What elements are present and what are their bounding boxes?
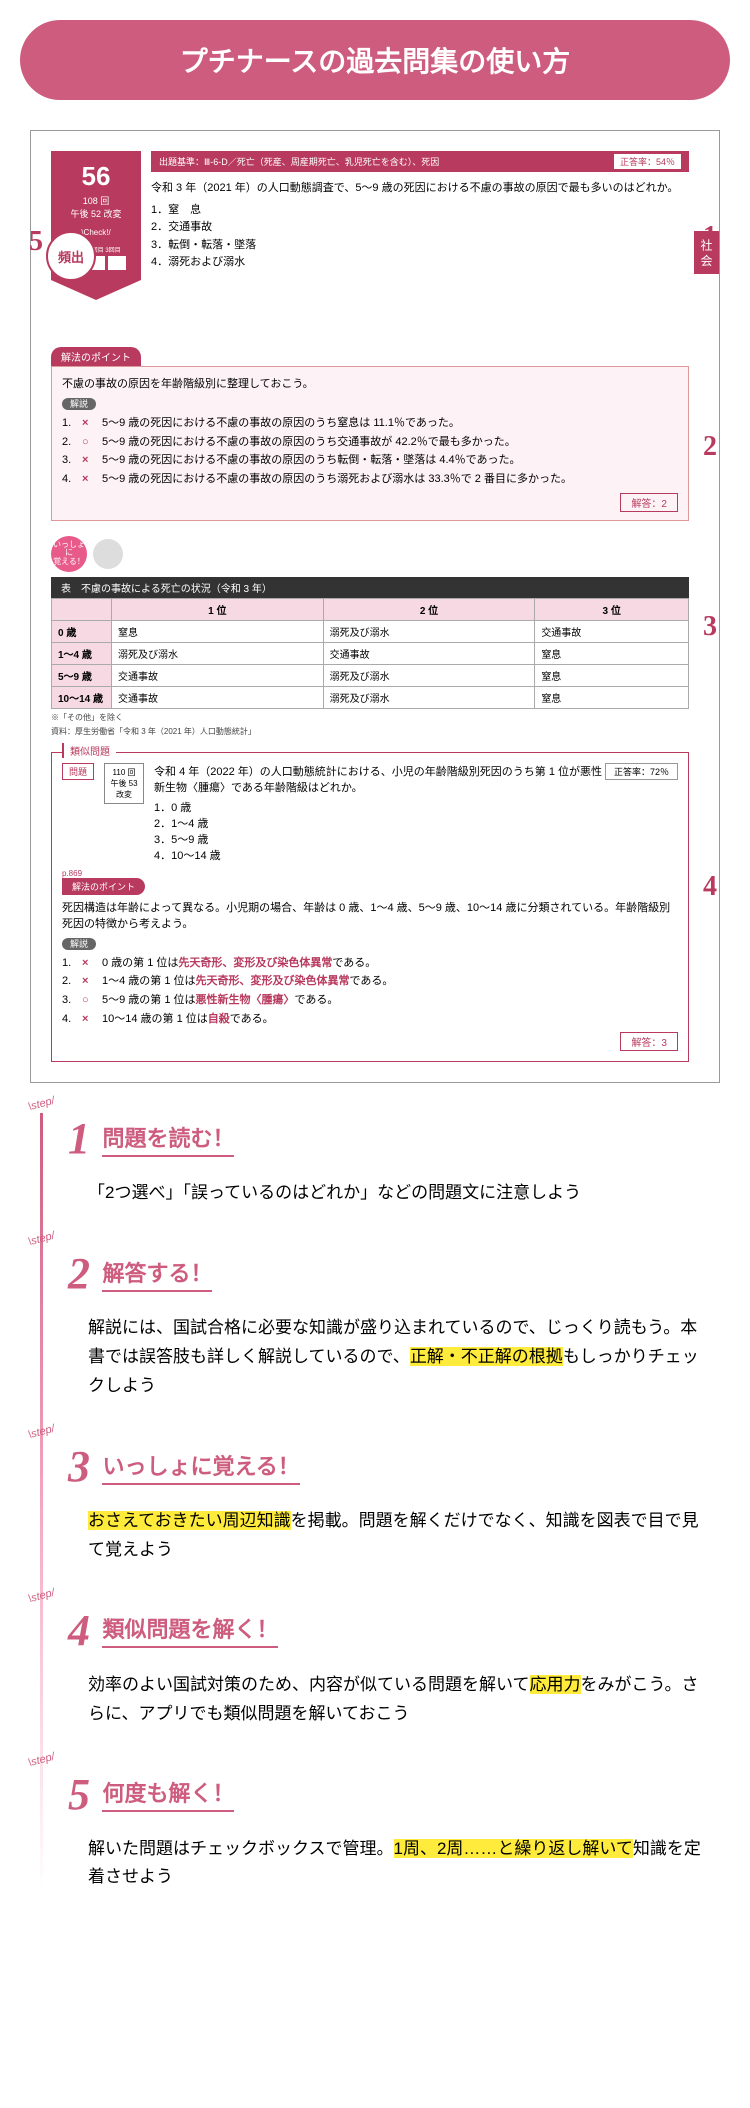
step-body: 効率のよい国試対策のため、内容が似ている問題を解いて応用力をみがこう。さらに、ア… (88, 1671, 710, 1729)
option-item: 4．10〜14 歳 (154, 847, 605, 863)
explanation-item: 3.○5〜9 歳の第 1 位は悪性新生物〈腫瘍〉である。 (62, 991, 678, 1010)
table-header: 2 位 (323, 598, 535, 620)
option-item: 3．5〜9 歳 (154, 831, 605, 847)
example-page: 1 2 3 4 5 56 108 回 午後 52 改変 \Check!/ 1回目… (30, 130, 720, 1083)
table-header: 1 位 (112, 598, 324, 620)
step-label: \step/ (27, 1230, 56, 1249)
point-box: 不慮の事故の原因を年齢階級別に整理しておこう。 解説 1.×5〜9 歳の死因にお… (51, 366, 689, 521)
step-body: 解説には、国試合格に必要な知識が盛り込まれているので、じっくり読もう。本書では誤… (88, 1314, 710, 1401)
similar-question-text: 令和 4 年（2022 年）の人口動態統計における、小児の年齢階級別死因のうち第… (154, 763, 605, 795)
option-item: 1．0 歳 (154, 799, 605, 815)
step-label: \step/ (27, 1750, 56, 1769)
point-text: 不慮の事故の原因を年齢階級別に整理しておこう。 (62, 375, 678, 391)
table-row: 10〜14 歳交通事故溺死及び溺水窒息 (52, 686, 689, 708)
similar-answer-chip: 解答：3 (620, 1032, 678, 1051)
step-title: 解答する！ (102, 1256, 212, 1292)
explanation-item: 1.×0 歳の第 1 位は先天奇形、変形及び染色体異常である。 (62, 954, 678, 973)
koala-icon (93, 539, 123, 569)
step-title: 類似問題を解く！ (102, 1612, 278, 1648)
steps-list: \step/ 1 問題を読む！ 「2つ選べ」「誤っているのはどれか」などの問題文… (40, 1113, 710, 1892)
step-title: いっしょに覚える！ (102, 1449, 299, 1485)
similar-point-header: 解法のポイント (62, 878, 145, 895)
table-header: 3 位 (535, 598, 689, 620)
step-item: \step/ 1 問題を読む！ 「2つ選べ」「誤っているのはどれか」などの問題文… (68, 1113, 710, 1208)
option-item: 2．1〜4 歳 (154, 815, 605, 831)
step-label: \step/ (27, 1095, 56, 1114)
question-number: 56 (51, 161, 141, 192)
step-label: \step/ (27, 1587, 56, 1606)
callout-5: 5 (29, 226, 43, 258)
callout-2: 2 (703, 431, 717, 463)
similar-rate: 正答率：72％ (605, 763, 678, 780)
criteria-label: 出題基準 (159, 155, 195, 168)
similar-q-label: 問題 (62, 763, 94, 780)
explanation-item: 2.○5〜9 歳の死因における不慮の事故の原因のうち交通事故が 42.2％で最も… (62, 433, 678, 452)
explanation-item: 3.×5〜9 歳の死因における不慮の事故の原因のうち転倒・転落・墜落は 4.4％… (62, 451, 678, 470)
explanation-item: 4.×10〜14 歳の第 1 位は自殺である。 (62, 1010, 678, 1029)
step-body: 解いた問題はチェックボックスで管理。1周、2周……と繰り返し解いて知識を定着させ… (88, 1835, 710, 1893)
option-item: 1．窒 息 (151, 202, 689, 220)
table-note-2: 資料：厚生労働省「令和 3 年（2021 年）人口動態統計」 (51, 726, 689, 737)
table-row: 1〜4 歳溺死及び溺水交通事故窒息 (52, 642, 689, 664)
explanation-item: 4.×5〜9 歳の死因における不慮の事故の原因のうち溺死および溺水は 33.3％… (62, 470, 678, 489)
question-text: 令和 3 年（2021 年）の人口動態調査で、5〜9 歳の死因における不慮の事故… (151, 180, 689, 198)
frequency-badge: 頻出 (46, 231, 96, 281)
table-header (52, 598, 112, 620)
step-number: 5 (68, 1769, 90, 1820)
step-number: 2 (68, 1248, 90, 1299)
together-bubble: いっしょに 覚える！ (51, 536, 87, 572)
step-body: 「2つ選べ」「誤っているのはどれか」などの問題文に注意しよう (88, 1179, 710, 1208)
option-item: 3．転倒・転落・墜落 (151, 237, 689, 255)
callout-4: 4 (703, 871, 717, 903)
similar-source: 110 回 午後 53 改変 (104, 763, 144, 804)
answer-chip: 解答：2 (620, 493, 678, 512)
table-row: 0 歳窒息溺死及び溺水交通事故 (52, 620, 689, 642)
table-row: 5〜9 歳交通事故溺死及び溺水窒息 (52, 664, 689, 686)
explanation-item: 2.×1〜4 歳の第 1 位は先天奇形、変形及び染色体異常である。 (62, 972, 678, 991)
step-title: 何度も解く！ (102, 1776, 234, 1812)
table-title: 表 不慮の事故による死亡の状況（令和 3 年） (51, 577, 689, 598)
similar-explain-label: 解説 (62, 938, 96, 950)
similar-point-text: 死因構造は年齢によって異なる。小児期の場合、年齢は 0 歳、1〜4 歳、5〜9 … (62, 899, 678, 931)
question-source: 108 回 午後 52 改変 (51, 194, 141, 220)
option-item: 4．溺死および溺水 (151, 254, 689, 272)
page-title: プチナースの過去問集の使い方 (20, 20, 730, 100)
similar-tab: 類似問題 (62, 743, 116, 758)
point-header: 解法のポイント (51, 347, 141, 366)
option-item: 2．交通事故 (151, 219, 689, 237)
step-title: 問題を読む！ (102, 1121, 234, 1157)
step-item: \step/ 3 いっしょに覚える！ おさえておきたい周辺知識を掲載。問題を解く… (68, 1441, 710, 1565)
step-item: \step/ 5 何度も解く！ 解いた問題はチェックボックスで管理。1周、2周…… (68, 1769, 710, 1893)
step-label: \step/ (27, 1423, 56, 1442)
step-number: 1 (68, 1113, 90, 1164)
step-item: \step/ 4 類似問題を解く！ 効率のよい国試対策のため、内容が似ている問題… (68, 1605, 710, 1729)
criteria-bar: 出題基準 ：Ⅲ-6-D／死亡（死産、周産期死亡、乳児死亡を含む）、死因 正答率：… (151, 151, 689, 172)
step-number: 4 (68, 1605, 90, 1656)
callout-3: 3 (703, 611, 717, 643)
table-note-1: ※「その他」を除く (51, 712, 689, 723)
correct-rate: 正答率：54％ (614, 154, 681, 169)
explanation-item: 1.×5〜9 歳の死因における不慮の事故の原因のうち窒息は 11.1％であった。 (62, 414, 678, 433)
question-body: 令和 3 年（2021 年）の人口動態調査で、5〜9 歳の死因における不慮の事故… (151, 180, 689, 272)
criteria-text: ：Ⅲ-6-D／死亡（死産、周産期死亡、乳児死亡を含む）、死因 (195, 155, 439, 168)
step-item: \step/ 2 解答する！ 解説には、国試合格に必要な知識が盛り込まれているの… (68, 1248, 710, 1401)
data-table: 1 位2 位3 位0 歳窒息溺死及び溺水交通事故1〜4 歳溺死及び溺水交通事故窒… (51, 598, 689, 709)
page-ref: p.869 (62, 869, 678, 878)
step-number: 3 (68, 1441, 90, 1492)
similar-question-box: 類似問題 正答率：72％ 問題 110 回 午後 53 改変 令和 4 年（20… (51, 752, 689, 1063)
step-body: おさえておきたい周辺知識を掲載。問題を解くだけでなく、知識を図表で目で見て覚えよ… (88, 1507, 710, 1565)
category-tab: 社 会 (694, 231, 719, 274)
explain-label: 解説 (62, 398, 96, 410)
together-block: いっしょに 覚える！ (51, 536, 689, 572)
